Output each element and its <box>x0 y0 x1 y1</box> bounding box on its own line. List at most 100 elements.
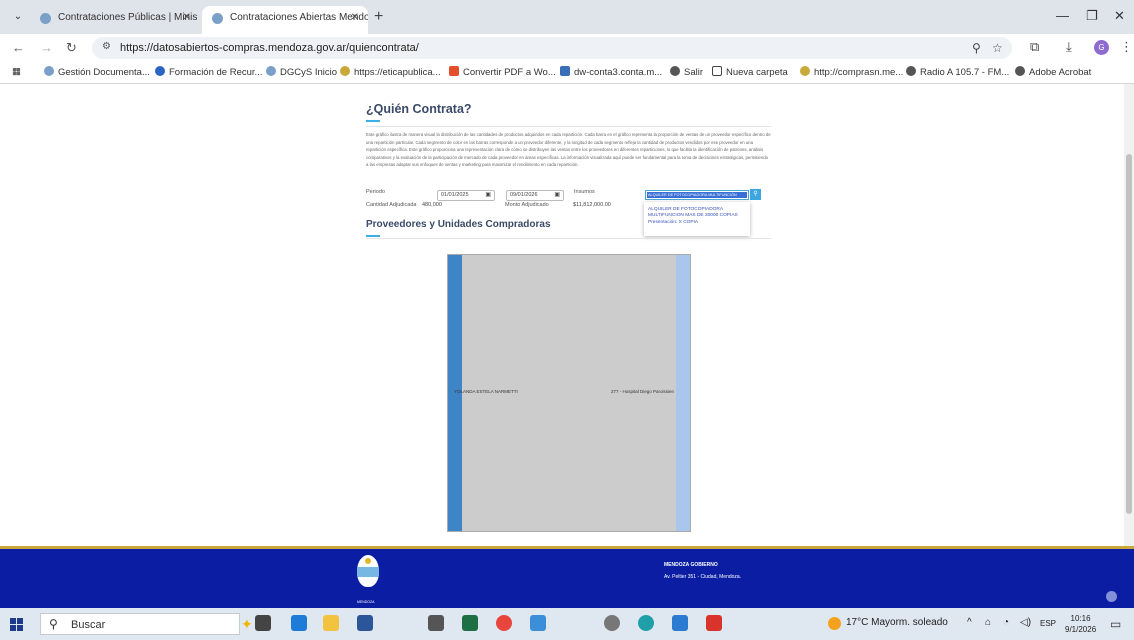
restore-icon[interactable]: ❐ <box>1086 8 1098 24</box>
language-indicator[interactable]: ESP <box>1040 619 1056 628</box>
site-favicon-icon <box>40 13 51 24</box>
calendar-icon[interactable]: ▣ <box>485 191 491 200</box>
tab-title: Contrataciones Abiertas Mendo <box>230 12 368 23</box>
autocomplete-option[interactable]: ALQUILER DE FOTOCOPIADORA MULTIFUNCION M… <box>648 207 750 226</box>
globe-icon <box>1015 66 1025 76</box>
bookmark-comprasn[interactable]: http://comprasn.me... <box>800 66 903 78</box>
chrome-app-icon[interactable] <box>496 615 512 631</box>
monto-value: $11,812,000.00 <box>573 202 611 208</box>
tab-search-icon[interactable]: ⌄ <box>10 9 26 25</box>
bookmark-gestion[interactable]: Gestión Documenta... <box>44 66 150 78</box>
tab-title: Contrataciones Públicas | Minis <box>58 12 198 23</box>
new-tab-icon[interactable]: + <box>374 8 383 26</box>
bookmark-formacion[interactable]: Formación de Recur... <box>155 66 262 78</box>
bookmark-salir[interactable]: Salir <box>670 66 703 78</box>
wifi-icon[interactable]: ◔ <box>1003 617 1009 628</box>
divider <box>366 126 771 127</box>
sankey-chart: YOLANDA ESTELA NARMETTI 277 - Hospital D… <box>447 254 691 532</box>
weather-icon[interactable] <box>828 617 841 630</box>
date-to-input[interactable]: 09/01/2026 ▣ <box>506 190 564 201</box>
footer-address: Av. Peltier 351 - Ciudad, Mendoza. <box>664 574 742 580</box>
footer-title: MENDOZA GOBIERNO <box>664 562 718 568</box>
site-info-icon[interactable]: ⚙ <box>102 41 111 52</box>
bookmark-dgcys[interactable]: DGCyS Inicio <box>266 66 337 78</box>
acrobat-app-icon[interactable] <box>706 615 722 631</box>
back-icon[interactable]: ← <box>12 40 25 55</box>
insumo-search-input[interactable]: ALQUILER DE FOTOCOPIADORA MULTIFUNCIÓN <box>645 190 749 200</box>
title-underline <box>366 120 380 122</box>
reload-icon[interactable]: ↻ <box>66 40 77 56</box>
profile-avatar[interactable]: G <box>1094 40 1109 55</box>
taskbar-search-input[interactable]: ⚲ Buscar ✦ <box>40 613 253 635</box>
url-text: https://datosabiertos-compras.mendoza.go… <box>120 42 419 54</box>
weather-text[interactable]: 17°C Mayorm. soleado <box>846 617 948 628</box>
close-window-icon[interactable]: ✕ <box>1114 8 1125 24</box>
scrollbar-thumb[interactable] <box>1126 154 1132 514</box>
tab-contrataciones-publicas[interactable]: Contrataciones Públicas | Minis ✕ <box>30 6 200 34</box>
copilot-app-icon[interactable] <box>291 615 307 631</box>
task-view-icon[interactable] <box>255 615 271 631</box>
windows-start-icon[interactable] <box>10 618 23 631</box>
page-title: ¿Quién Contrata? <box>366 102 472 116</box>
bookmark-dw-conta[interactable]: dw-conta3.conta.m... <box>560 66 662 78</box>
date-from-input[interactable]: 01/01/2025 ▣ <box>437 190 495 201</box>
tray-overflow-icon[interactable]: ^ <box>967 617 972 628</box>
title-underline <box>366 235 380 237</box>
settings-app-icon[interactable] <box>604 615 620 631</box>
floating-help-button[interactable] <box>1106 591 1117 602</box>
site-footer: MENDOZA MENDOZA GOBIERNO Av. Peltier 351… <box>0 546 1134 608</box>
notifications-icon[interactable]: ▭ <box>1110 617 1121 631</box>
zoom-icon[interactable]: ⚲ <box>972 41 981 55</box>
insumo-autocomplete-dropdown: ALQUILER DE FOTOCOPIADORA MULTIFUNCION M… <box>644 202 750 236</box>
insumo-selected-text: ALQUILER DE FOTOCOPIADORA MULTIFUNCIÓN <box>647 192 747 198</box>
word-app-icon[interactable] <box>357 615 373 631</box>
site-favicon-icon <box>212 13 223 24</box>
excel-app-icon[interactable] <box>462 615 478 631</box>
emblem-caption: MENDOZA <box>357 600 375 604</box>
bookmark-nueva-carpeta[interactable]: Nueva carpeta <box>712 66 788 78</box>
minimize-icon[interactable]: — <box>1056 8 1069 23</box>
emblem-sun <box>365 558 371 564</box>
page-content: ¿Quién Contrata? Este gráfico ilustra de… <box>0 84 1134 546</box>
page-scrollbar[interactable] <box>1124 84 1134 546</box>
app-icon[interactable] <box>530 615 546 631</box>
bookmark-icon <box>340 66 350 76</box>
extensions-icon[interactable]: ⧉ <box>1030 39 1039 55</box>
tab-close-icon[interactable]: ✕ <box>351 6 359 30</box>
bookmark-icon <box>560 66 570 76</box>
calendar-icon[interactable]: ▣ <box>554 191 560 200</box>
bookmark-radio[interactable]: Radio A 105.7 - FM... <box>906 66 1009 78</box>
copilot-sparkle-icon: ✦ <box>241 616 253 632</box>
menu-icon[interactable]: ⋮ <box>1120 39 1133 55</box>
system-clock[interactable]: 10:16 9/1/2026 <box>1065 613 1096 635</box>
downloads-icon[interactable]: ⤓ <box>1066 39 1072 55</box>
insumos-label: Insumos <box>574 189 595 195</box>
volume-icon[interactable]: ◁) <box>1020 617 1031 628</box>
emblem-band <box>357 567 379 577</box>
provider-node-label: YOLANDA ESTELA NARMETTI <box>454 389 518 394</box>
forward-icon[interactable]: → <box>40 40 53 55</box>
cantidad-label: Cantidad Adjudicada <box>366 202 417 208</box>
store-app-icon[interactable] <box>672 615 688 631</box>
tab-close-icon[interactable]: ✕ <box>183 6 191 30</box>
network-icon[interactable]: ⌂ <box>985 617 991 628</box>
mendoza-emblem-icon <box>357 555 379 587</box>
tab-contrataciones-abiertas[interactable]: Contrataciones Abiertas Mendo ✕ <box>202 6 368 34</box>
buyer-node[interactable] <box>676 255 690 531</box>
apps-grid-icon[interactable]: ▦ <box>12 66 21 77</box>
monto-label: Monto Adjudicado <box>505 202 549 208</box>
address-bar[interactable]: ⚙ https://datosabiertos-compras.mendoza.… <box>92 37 1012 59</box>
search-button[interactable]: ⚲ <box>750 189 761 200</box>
bookmark-eticapublica[interactable]: https://eticapublica... <box>340 66 441 78</box>
bookmarks-bar: ▦ Gestión Documenta... Formación de Recu… <box>0 62 1134 84</box>
calculator-app-icon[interactable] <box>428 615 444 631</box>
bookmark-adobe[interactable]: Adobe Acrobat <box>1015 66 1091 78</box>
windows-taskbar: ⚲ Buscar ✦ 17°C Mayorm. soleado ^ ⌂ ◔ ◁)… <box>0 608 1134 640</box>
file-explorer-icon[interactable] <box>323 615 339 631</box>
page-description: Este gráfico ilustra de manera visual la… <box>366 132 771 168</box>
edge-app-icon[interactable] <box>638 615 654 631</box>
bookmark-icon <box>449 66 459 76</box>
bookmark-star-icon[interactable]: ☆ <box>992 41 1003 55</box>
bookmark-icon <box>155 66 165 76</box>
bookmark-convertir-pdf[interactable]: Convertir PDF a Wo... <box>449 66 556 78</box>
